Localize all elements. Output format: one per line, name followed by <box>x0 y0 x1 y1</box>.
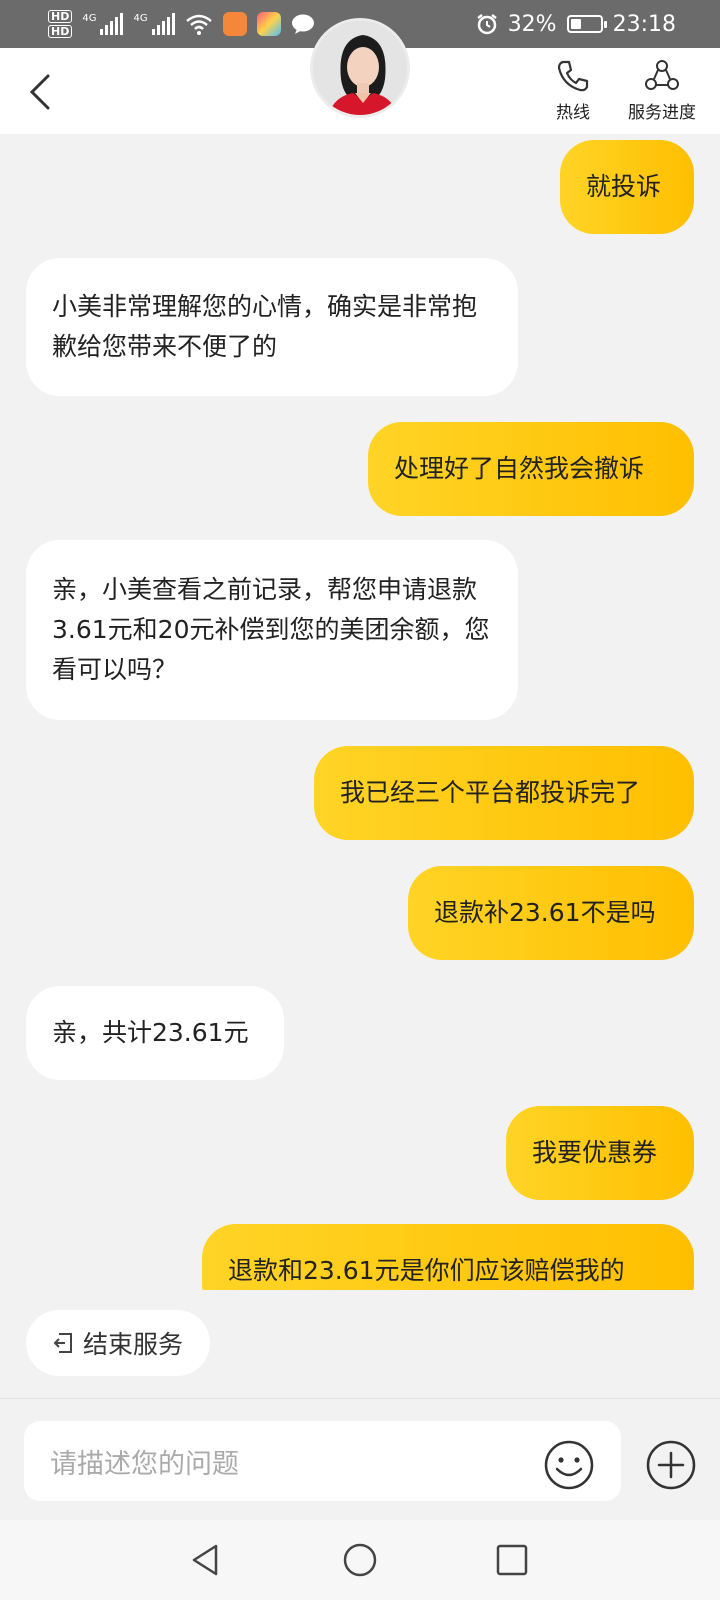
emoji-icon[interactable] <box>543 1439 595 1491</box>
incoming-message-bubble[interactable]: 亲，共计23.61元 <box>26 986 284 1080</box>
service-progress-button[interactable]: 服务进度 <box>617 58 707 123</box>
hd-indicator: HD HD <box>48 10 73 38</box>
battery-percent: 32% <box>507 11 557 37</box>
outgoing-message-bubble[interactable]: 处理好了自然我会撤诉 <box>368 422 694 516</box>
battery-icon <box>566 15 607 33</box>
battery-fill <box>570 19 581 29</box>
message-input[interactable]: 请描述您的问题 <box>24 1421 621 1501</box>
exit-icon <box>53 1333 72 1353</box>
agent-avatar[interactable] <box>310 18 410 118</box>
progress-icon <box>645 60 679 90</box>
plus-icon[interactable] <box>645 1439 697 1491</box>
outgoing-message-bubble[interactable]: 退款补23.61不是吗 <box>408 866 694 960</box>
status-left: HD HD 4G 4G <box>48 10 315 38</box>
end-service-label: 结束服务 <box>82 1330 183 1359</box>
incoming-message-bubble[interactable]: 小美非常理解您的心情，确实是非常抱歉给您带来不便了的 <box>26 258 518 396</box>
outgoing-message-bubble[interactable]: 我已经三个平台都投诉完了 <box>314 746 694 840</box>
signal-icon: 4G <box>133 13 175 35</box>
clock: 23:18 <box>612 11 676 37</box>
network-type: 4G <box>133 13 148 24</box>
status-right: 32% 23:18 <box>476 12 676 37</box>
hd-icon: HD <box>48 10 73 23</box>
input-bar: 请描述您的问题 <box>0 1398 720 1520</box>
app-notification-icon <box>256 12 281 36</box>
service-progress-label: 服务进度 <box>628 103 696 123</box>
outgoing-message-bubble[interactable]: 退款和23.61元是你们应该赔偿我的 <box>202 1224 694 1290</box>
hotline-button[interactable]: 热线 <box>528 58 618 123</box>
alarm-icon <box>476 14 497 35</box>
outgoing-message-bubble[interactable]: 就投诉 <box>560 140 694 234</box>
wifi-icon <box>185 14 212 35</box>
message-input-placeholder: 请描述您的问题 <box>50 1448 239 1480</box>
end-service-button[interactable]: 结束服务 <box>26 1310 210 1376</box>
nav-recents-icon[interactable] <box>492 1540 532 1580</box>
phone-icon <box>557 60 589 92</box>
incoming-message-bubble[interactable]: 亲，小美查看之前记录，帮您申请退款3.61元和20元补偿到您的美团余额，您看可以… <box>26 540 518 720</box>
hotline-label: 热线 <box>556 103 590 123</box>
nav-back-icon[interactable] <box>186 1540 226 1580</box>
signal-icon: 4G <box>82 13 124 35</box>
chat-message-list[interactable]: 就投诉 小美非常理解您的心情，确实是非常抱歉给您带来不便了的处理好了自然我会撤诉亲… <box>0 134 720 1290</box>
app-notification-icon <box>222 12 247 36</box>
nav-home-icon[interactable] <box>340 1540 380 1580</box>
chat-notification-icon <box>291 14 314 34</box>
back-arrow-icon[interactable] <box>22 70 62 114</box>
outgoing-message-bubble[interactable]: 我要优惠券 <box>506 1106 694 1200</box>
hd-icon: HD <box>48 25 73 38</box>
system-nav-bar <box>0 1520 720 1600</box>
network-type: 4G <box>82 13 97 24</box>
